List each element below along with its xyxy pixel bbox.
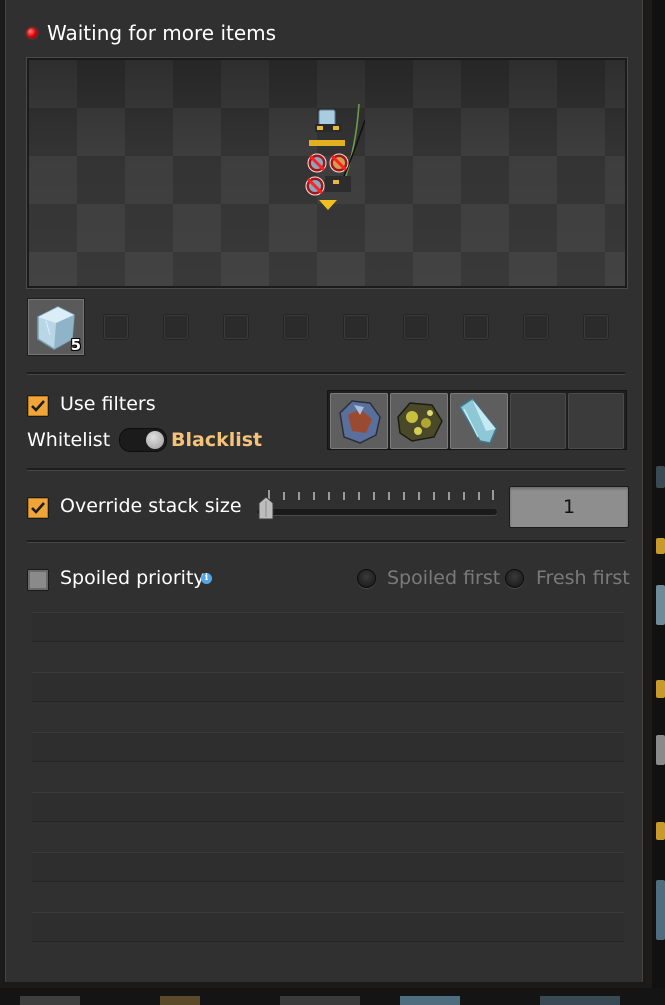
filter-slot[interactable] <box>568 393 624 449</box>
entity-preview[interactable] <box>27 58 627 288</box>
status-row: Waiting for more items <box>27 18 276 48</box>
sulfur-chunk-icon <box>397 402 443 442</box>
inventory-slot[interactable] <box>163 314 189 340</box>
inventory-slot[interactable] <box>583 314 609 340</box>
stack-size-input[interactable]: 1 <box>509 486 629 528</box>
empty-list-area <box>32 612 624 942</box>
inventory-slot[interactable] <box>523 314 549 340</box>
filter-slots <box>327 390 627 450</box>
whitelist-label[interactable]: Whitelist <box>27 429 110 451</box>
inserter-icon <box>305 104 365 210</box>
slider-ticks <box>268 490 494 500</box>
blacklist-label[interactable]: Blacklist <box>171 429 262 451</box>
override-stack-size-label: Override stack size <box>60 495 242 517</box>
whitelist-blacklist-switch[interactable] <box>119 428 167 452</box>
fresh-first-radio[interactable] <box>505 569 524 588</box>
status-text: Waiting for more items <box>47 21 277 45</box>
list-row <box>32 912 624 942</box>
checkmark-icon <box>31 502 45 514</box>
use-filters-label: Use filters <box>60 393 156 415</box>
inventory-slots: 5 <box>27 298 609 356</box>
slider-handle[interactable] <box>257 497 275 521</box>
inventory-slot[interactable]: 5 <box>27 298 85 356</box>
list-row <box>32 852 624 882</box>
divider <box>27 540 625 542</box>
fresh-first-label[interactable]: Fresh first <box>536 567 630 589</box>
list-row <box>32 672 624 702</box>
ice-crystal-icon <box>458 397 497 444</box>
stack-size-slider[interactable] <box>257 509 497 515</box>
divider <box>27 372 625 374</box>
status-led-icon <box>27 28 37 38</box>
list-row <box>32 612 624 642</box>
switch-knob <box>146 431 164 449</box>
filter-slot[interactable] <box>390 393 448 449</box>
background-strip-bottom <box>0 988 665 1005</box>
override-stack-size-checkbox[interactable] <box>27 497 49 519</box>
divider <box>27 468 625 470</box>
filter-slot[interactable] <box>450 393 508 449</box>
item-count: 5 <box>70 336 81 354</box>
inventory-slot[interactable] <box>223 314 249 340</box>
spoiled-first-label[interactable]: Spoiled first <box>387 567 500 589</box>
background-strip-right <box>652 0 665 1005</box>
inventory-slot[interactable] <box>403 314 429 340</box>
filter-slot[interactable] <box>510 393 566 449</box>
list-row <box>32 792 624 822</box>
inventory-slot[interactable] <box>283 314 309 340</box>
spoiled-priority-checkbox[interactable] <box>27 569 49 591</box>
list-row <box>32 732 624 762</box>
inventory-slot[interactable] <box>463 314 489 340</box>
inventory-slot[interactable] <box>343 314 369 340</box>
spoiled-priority-label: Spoiled priority <box>60 567 205 589</box>
info-icon[interactable]: i <box>201 573 212 584</box>
inserter-panel: Waiting for more items 5 Use filters Whi… <box>2 0 646 985</box>
filter-slot[interactable] <box>330 393 388 449</box>
iron-ore-icon <box>339 400 381 444</box>
inventory-slot[interactable] <box>103 314 129 340</box>
spoiled-first-radio[interactable] <box>357 569 376 588</box>
checkmark-icon <box>31 400 45 412</box>
use-filters-checkbox[interactable] <box>27 395 49 417</box>
